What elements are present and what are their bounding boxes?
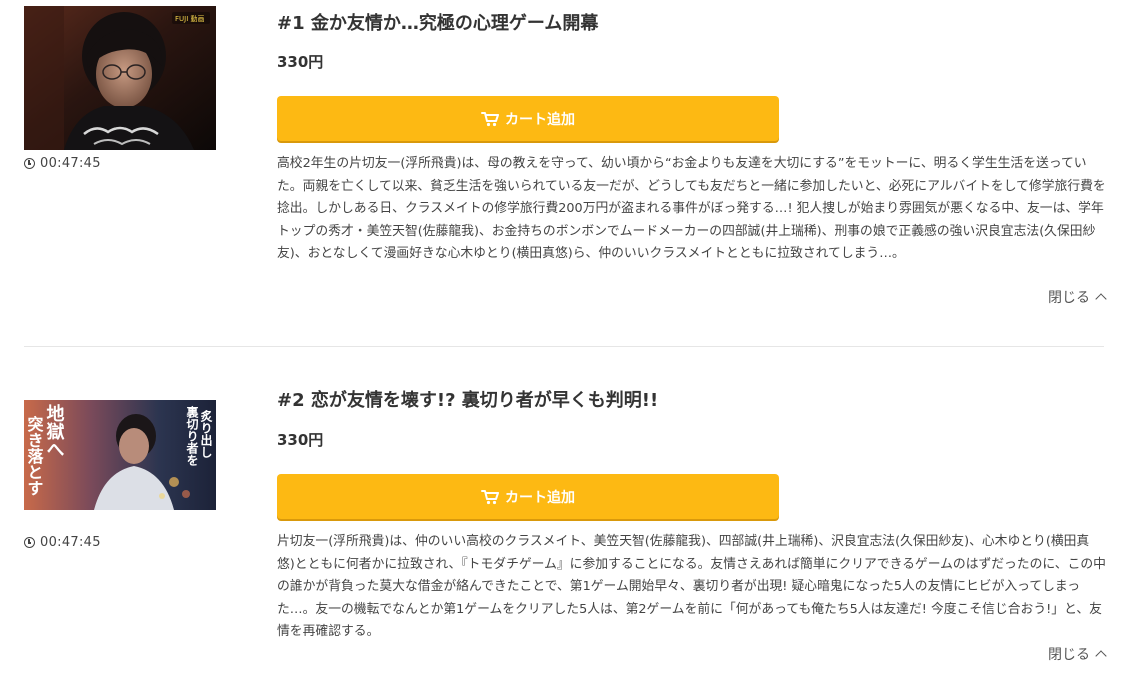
- episode-divider: [24, 346, 1104, 347]
- clock-icon: [24, 158, 35, 169]
- chevron-up-icon: [1095, 650, 1107, 662]
- thumbnail-overlay-text: 地獄へ: [44, 403, 66, 458]
- collapse-synopsis-toggle[interactable]: 閉じる: [1048, 644, 1107, 664]
- episode-item-2: 突き落とす 地獄へ 裏切り者を 炙り出し 00:47:45 #2 恋が友情を壊す…: [0, 348, 1143, 687]
- episode-synopsis: 高校2年生の片切友一(浮所飛貴)は、母の教えを守って、幼い頃から“お金よりも友達…: [277, 156, 1106, 262]
- cart-button-label: カート追加: [505, 111, 575, 128]
- duration-text: 00:47:45: [40, 535, 101, 550]
- episode-price: 330円: [277, 431, 324, 449]
- cart-button-label: カート追加: [505, 489, 575, 506]
- clock-icon: [24, 537, 35, 548]
- cart-icon: [481, 489, 499, 504]
- duration-text: 00:47:45: [40, 156, 101, 171]
- episode-title[interactable]: #2 恋が友情を壊す!? 裏切り者が早くも判明!!: [277, 386, 658, 412]
- add-to-cart-button[interactable]: カート追加: [277, 96, 779, 141]
- episode-duration: 00:47:45: [24, 535, 101, 550]
- episode-thumbnail[interactable]: FUJI 動画: [24, 6, 216, 150]
- episode-price: 330円: [277, 53, 324, 71]
- thumbnail-image: 突き落とす 地獄へ 裏切り者を 炙り出し: [24, 400, 216, 510]
- cart-icon: [481, 111, 499, 126]
- thumbnail-logo: FUJI 動画: [175, 14, 205, 23]
- collapse-synopsis-toggle[interactable]: 閉じる: [1048, 287, 1107, 307]
- episode-title[interactable]: #1 金か友情か…究極の心理ゲーム開幕: [277, 9, 598, 35]
- episode-duration: 00:47:45: [24, 156, 101, 171]
- thumbnail-overlay-text: 裏切り者を: [185, 405, 199, 466]
- toggle-label: 閉じる: [1048, 647, 1090, 663]
- chevron-up-icon: [1095, 293, 1107, 305]
- toggle-label: 閉じる: [1048, 290, 1090, 306]
- thumbnail-image: FUJI 動画: [24, 6, 216, 150]
- episode-item-1: FUJI 動画 00:47:45 #1 金か友情か…究極の心理ゲーム開幕 330…: [0, 0, 1143, 346]
- thumbnail-overlay-text: 突き落とす: [25, 415, 44, 496]
- add-to-cart-button[interactable]: カート追加: [277, 474, 779, 519]
- episode-thumbnail[interactable]: 突き落とす 地獄へ 裏切り者を 炙り出し: [24, 400, 216, 510]
- episode-synopsis: 片切友一(浮所飛貴)は、仲のいい高校のクラスメイト、美笠天智(佐藤龍我)、四部誠…: [277, 534, 1106, 640]
- thumbnail-overlay-text: 炙り出し: [199, 409, 213, 458]
